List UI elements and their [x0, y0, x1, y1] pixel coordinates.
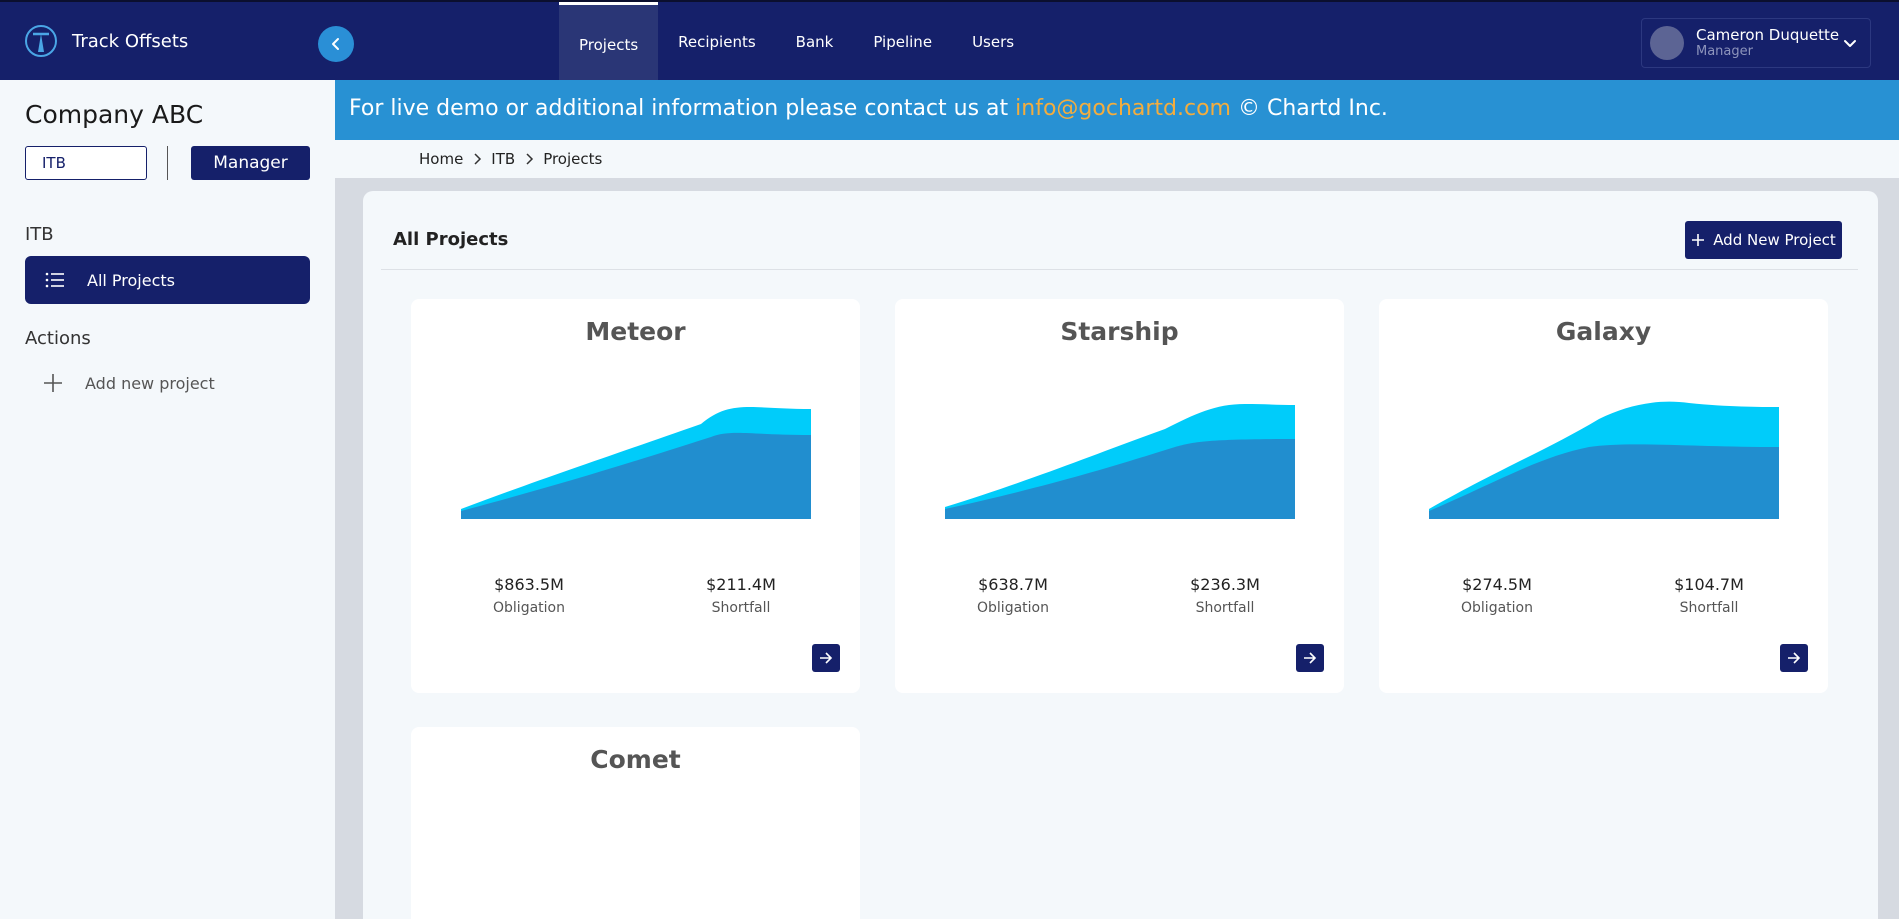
page-title: All Projects	[393, 229, 509, 250]
add-new-project-link[interactable]: Add new project	[25, 367, 310, 399]
shortfall-value: $104.7M	[1674, 575, 1744, 594]
open-project-button[interactable]	[812, 644, 840, 672]
role-button[interactable]: Manager	[191, 146, 310, 180]
user-menu[interactable]: Cameron Duquette Manager	[1641, 18, 1871, 68]
nav-pipeline[interactable]: Pipeline	[853, 2, 952, 82]
chevron-left-icon	[332, 38, 339, 50]
actions-label: Actions	[25, 328, 91, 349]
obligation-value: $638.7M	[978, 575, 1048, 594]
project-card-comet[interactable]: Comet	[411, 727, 860, 919]
project-area-chart	[461, 407, 811, 519]
shortfall-value: $211.4M	[706, 575, 776, 594]
add-new-project-button[interactable]: Add New Project	[1685, 221, 1842, 259]
sidebar-section-label: ITB	[25, 224, 54, 245]
avatar	[1650, 26, 1684, 60]
obligation-stat: $274.5M Obligation	[1427, 575, 1567, 616]
project-card-meteor[interactable]: Meteor $863.5M Obligation $211.4M Shortf…	[411, 299, 860, 693]
divider	[381, 269, 1858, 270]
add-button-label: Add New Project	[1713, 231, 1836, 249]
top-navbar: Track Offsets Projects Recipients Bank P…	[0, 0, 1899, 82]
user-info: Cameron Duquette Manager	[1696, 26, 1839, 60]
breadcrumb-projects: Projects	[543, 150, 603, 168]
obligation-stat: $638.7M Obligation	[943, 575, 1083, 616]
sidebar	[0, 80, 335, 919]
banner-copyright: © Chartd Inc.	[1237, 96, 1388, 121]
project-title: Starship	[1060, 317, 1179, 346]
nav-recipients[interactable]: Recipients	[658, 2, 776, 82]
arrow-right-icon	[1304, 652, 1317, 664]
sidebar-collapse-button[interactable]	[318, 26, 354, 62]
project-area-chart	[1429, 401, 1779, 519]
nav-users[interactable]: Users	[952, 2, 1034, 82]
chevron-right-icon	[523, 152, 535, 166]
sidebar-item-label: All Projects	[87, 270, 175, 290]
arrow-right-icon	[1788, 652, 1801, 664]
divider	[167, 146, 168, 180]
shortfall-value: $236.3M	[1190, 575, 1260, 594]
company-name: Company ABC	[25, 100, 204, 129]
obligation-value: $863.5M	[494, 575, 564, 594]
user-name: Cameron Duquette	[1696, 26, 1840, 45]
project-title: Meteor	[585, 317, 686, 346]
shortfall-stat: $236.3M Shortfall	[1155, 575, 1295, 616]
shortfall-stat: $211.4M Shortfall	[671, 575, 811, 616]
plus-icon	[44, 374, 62, 392]
chevron-down-icon	[1844, 40, 1856, 47]
obligation-label: Obligation	[977, 600, 1049, 616]
main-nav: Projects Recipients Bank Pipeline Users	[559, 2, 1034, 82]
open-project-button[interactable]	[1296, 644, 1324, 672]
user-role: Manager	[1696, 44, 1753, 60]
chevron-right-icon	[471, 152, 483, 166]
logo-icon	[25, 25, 57, 57]
obligation-stat: $863.5M Obligation	[459, 575, 599, 616]
action-label: Add new project	[85, 373, 215, 393]
breadcrumb: Home ITB Projects	[335, 140, 1899, 178]
project-card-galaxy[interactable]: Galaxy $274.5M Obligation $104.7M Shortf…	[1379, 299, 1828, 693]
shortfall-stat: $104.7M Shortfall	[1639, 575, 1779, 616]
banner-email-link[interactable]: info@gochartd.com	[1015, 96, 1231, 121]
arrow-right-icon	[820, 652, 833, 664]
plus-icon	[1692, 234, 1705, 246]
nav-bank[interactable]: Bank	[776, 2, 854, 82]
project-area-chart	[945, 404, 1295, 519]
sidebar-item-all-projects[interactable]: All Projects	[25, 256, 310, 304]
program-select[interactable]: ITB	[25, 146, 147, 180]
nav-projects[interactable]: Projects	[559, 2, 659, 82]
project-title: Comet	[590, 745, 681, 774]
contact-banner: For live demo or additional information …	[335, 80, 1899, 140]
shortfall-label: Shortfall	[711, 600, 771, 616]
shortfall-label: Shortfall	[1679, 600, 1739, 616]
projects-panel: All Projects Add New Project Meteor $863…	[363, 191, 1878, 919]
breadcrumb-home[interactable]: Home	[419, 150, 463, 168]
obligation-value: $274.5M	[1462, 575, 1532, 594]
breadcrumb-itb[interactable]: ITB	[491, 150, 515, 168]
obligation-label: Obligation	[493, 600, 565, 616]
project-card-starship[interactable]: Starship $638.7M Obligation $236.3M Shor…	[895, 299, 1344, 693]
project-title: Galaxy	[1555, 317, 1652, 346]
app-name: Track Offsets	[72, 30, 189, 52]
obligation-label: Obligation	[1461, 600, 1533, 616]
brand[interactable]: Track Offsets	[24, 24, 188, 58]
list-icon	[45, 272, 64, 288]
open-project-button[interactable]	[1780, 644, 1808, 672]
banner-text: For live demo or additional information …	[349, 96, 1009, 121]
shortfall-label: Shortfall	[1195, 600, 1255, 616]
